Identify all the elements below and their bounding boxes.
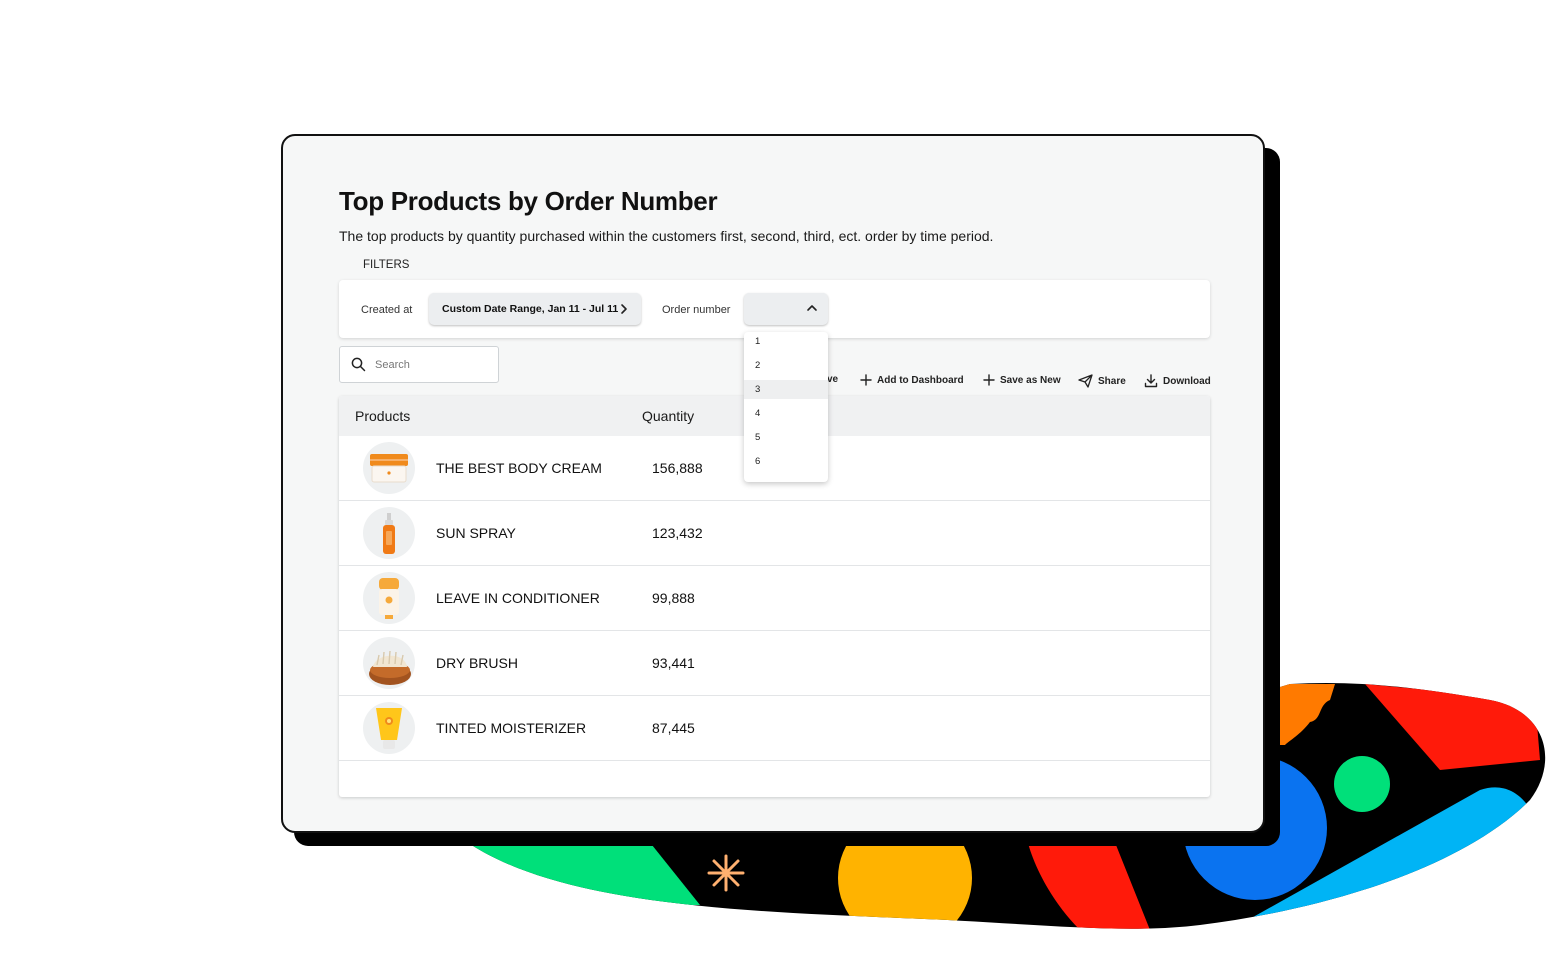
report-card: Top Products by Order Number The top pro…: [281, 134, 1265, 833]
download-label: Download: [1163, 375, 1211, 387]
page-title: Top Products by Order Number: [339, 186, 718, 216]
product-quantity: 156,888: [652, 460, 703, 476]
column-header-quantity: Quantity: [642, 408, 695, 424]
order-number-option[interactable]: 6: [744, 452, 828, 471]
chevron-up-icon: [807, 305, 817, 311]
order-number-option[interactable]: 1: [744, 332, 828, 351]
order-number-option-highlighted[interactable]: 3: [744, 380, 828, 399]
body-cream-jar-icon: [363, 442, 415, 494]
add-to-dashboard-label: Add to Dashboard: [877, 374, 964, 386]
date-range-button[interactable]: Custom Date Range, Jan 11 - Jul 11: [429, 293, 641, 325]
search-placeholder: Search: [375, 359, 410, 371]
order-number-option[interactable]: 2: [744, 356, 828, 375]
created-at-label: Created at: [361, 304, 413, 316]
product-quantity: 93,441: [652, 655, 695, 671]
product-quantity: 87,445: [652, 720, 695, 736]
save-label: ve: [827, 374, 839, 385]
table-row[interactable]: DRY BRUSH 93,441: [339, 631, 1210, 696]
sun-spray-bottle-icon: [363, 507, 415, 559]
filter-bar: Created at Custom Date Range, Jan 11 - J…: [339, 280, 1210, 338]
product-quantity: 99,888: [652, 590, 695, 606]
save-as-new-label: Save as New: [1000, 374, 1061, 386]
column-header-products: Products: [355, 408, 411, 424]
order-number-option[interactable]: 4: [744, 404, 828, 423]
table-row[interactable]: SUN SPRAY 123,432: [339, 501, 1210, 566]
dry-brush-icon: [363, 637, 415, 689]
order-number-label: Order number: [662, 304, 731, 316]
product-quantity: 123,432: [652, 525, 703, 541]
chevron-right-icon: [621, 304, 627, 314]
product-name: SUN SPRAY: [436, 525, 516, 541]
send-icon: [1078, 374, 1093, 388]
download-button[interactable]: Download: [1144, 374, 1211, 388]
share-button[interactable]: Share: [1078, 374, 1126, 388]
plus-icon: [860, 374, 872, 386]
plus-icon: [983, 374, 995, 386]
table-row[interactable]: LEAVE IN CONDITIONER 99,888: [339, 566, 1210, 631]
product-name: DRY BRUSH: [436, 655, 518, 671]
conditioner-bottle-icon: [363, 572, 415, 624]
product-name: LEAVE IN CONDITIONER: [436, 590, 600, 606]
share-label: Share: [1098, 375, 1126, 387]
order-number-option[interactable]: 5: [744, 428, 828, 447]
download-icon: [1144, 374, 1158, 388]
page-subtitle: The top products by quantity purchased w…: [339, 228, 994, 244]
date-range-value: Custom Date Range, Jan 11 - Jul 11: [442, 303, 619, 315]
filters-label: FILTERS: [363, 259, 410, 271]
moisturizer-tube-icon: [363, 702, 415, 754]
save-button[interactable]: ve: [827, 374, 838, 385]
product-name: TINTED MOISTERIZER: [436, 720, 587, 736]
product-name: THE BEST BODY CREAM: [436, 460, 602, 476]
search-icon: [351, 357, 366, 372]
order-number-dropdown: 1 2 3 4 5 6: [744, 332, 828, 482]
table-row[interactable]: TINTED MOISTERIZER 87,445: [339, 696, 1210, 761]
save-as-new-button[interactable]: Save as New: [983, 374, 1061, 386]
order-number-select[interactable]: [744, 293, 828, 325]
add-to-dashboard-button[interactable]: Add to Dashboard: [860, 374, 964, 386]
